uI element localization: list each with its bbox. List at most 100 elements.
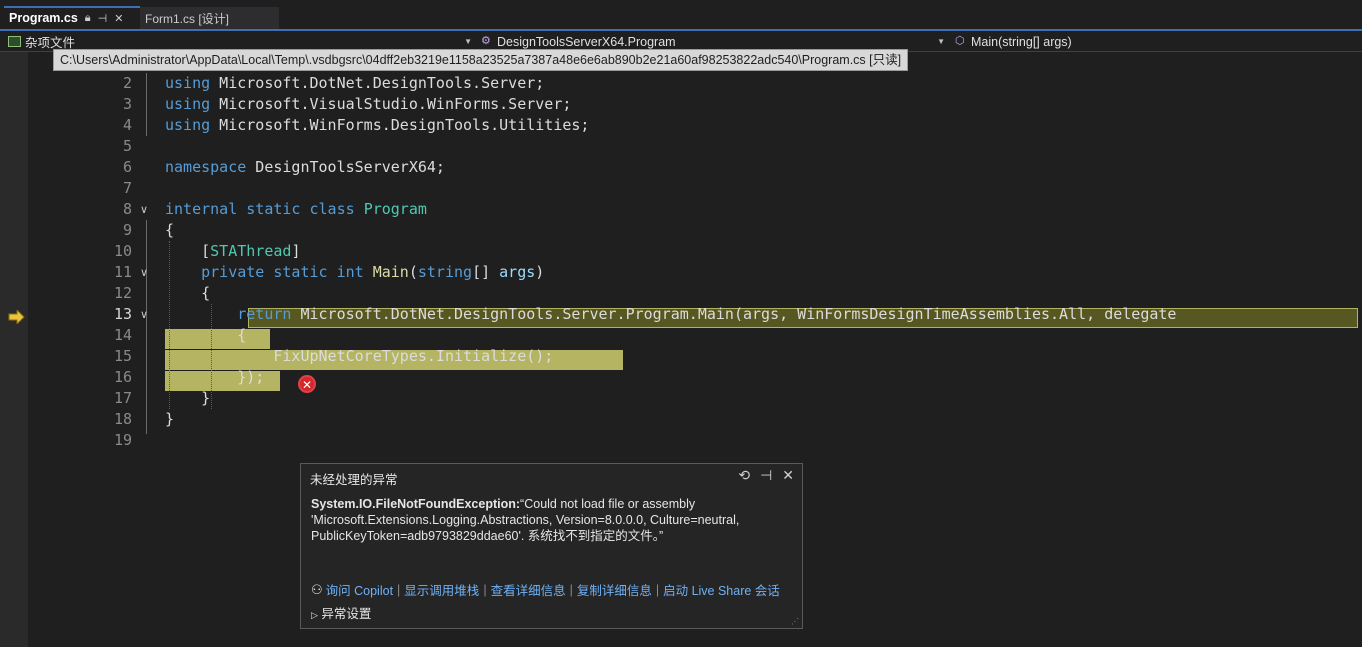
close-icon[interactable]: ✕ (782, 467, 794, 484)
code-token: { (165, 284, 211, 302)
code-line[interactable]: 11 ∨ private static int Main(string[] arg… (28, 262, 1362, 283)
code-line[interactable]: 19 (28, 430, 1362, 451)
class-icon: ⚙ (481, 35, 491, 47)
code-line[interactable]: 3 using Microsoft.VisualStudio.WinForms.S… (28, 94, 1362, 115)
file-path-tooltip: C:\Users\Administrator\AppData\Local\Tem… (53, 49, 909, 71)
line-number: 2 (122, 74, 132, 92)
code-line[interactable]: 6 namespace DesignToolsServerX64; (28, 157, 1362, 178)
code-text: internal static class Program (165, 199, 427, 220)
line-number: 6 (122, 158, 132, 176)
collapse-chevron-icon[interactable]: ∨ (140, 262, 152, 283)
code-line[interactable]: 2 using Microsoft.DotNet.DesignTools.Serv… (28, 73, 1362, 94)
type-dropdown[interactable]: ⚙ DesignToolsServerX64.Program ▼ (481, 33, 947, 50)
chevron-down-icon: ▼ (464, 37, 472, 46)
code-token: } (165, 389, 211, 407)
exception-settings-expander[interactable]: ▷ 异常设置 (311, 603, 371, 622)
code-line[interactable]: 9{ (28, 220, 1362, 241)
code-token: FixUpNetCoreTypes.Initialize(); (165, 347, 554, 365)
code-token: Microsoft.VisualStudio.WinForms.Server; (210, 95, 572, 113)
line-number: 16 (113, 368, 132, 386)
tab-program-cs[interactable]: Program.cs 🔒︎ ⊣ ✕ (4, 6, 140, 28)
line-number: 15 (113, 347, 132, 365)
code-line[interactable]: 13 ∨ return Microsoft.DotNet.DesignTools.… (28, 304, 1362, 325)
code-token: using (165, 116, 211, 134)
code-text: } (165, 409, 174, 430)
live-share-link[interactable]: 启动 Live Share 会话 (663, 580, 780, 599)
code-text: using Microsoft.WinForms.DesignTools.Uti… (165, 115, 589, 136)
copy-details-link[interactable]: 复制详细信息 (577, 580, 652, 599)
ask-copilot-link[interactable]: 询问 Copilot (326, 580, 393, 599)
member-dropdown[interactable]: ⬡ Main(string[] args) (955, 33, 1355, 50)
line-number: 3 (122, 95, 132, 113)
code-token: args (499, 263, 536, 281)
code-text: private static int Main(string[] args) (165, 262, 544, 283)
code-text: namespace DesignToolsServerX64; (165, 157, 445, 178)
code-line[interactable]: 16 }); (28, 367, 1362, 388)
code-text: { (165, 325, 246, 346)
close-icon[interactable]: ✕ (114, 12, 123, 25)
code-token: } (165, 410, 175, 428)
resize-grip-icon[interactable]: ⋰ (791, 617, 800, 626)
code-line[interactable]: 18} (28, 409, 1362, 430)
line-number: 14 (113, 326, 132, 344)
code-text: return Microsoft.DotNet.DesignTools.Serv… (165, 304, 1176, 325)
tab-form1-designer[interactable]: Form1.cs [设计] (140, 7, 279, 29)
code-token: [] (472, 263, 500, 281)
code-line[interactable]: 7 (28, 178, 1362, 199)
code-token: ] (291, 242, 301, 260)
tab-label: Program.cs (9, 11, 78, 25)
exception-text-line3: PublicKeyToken=adb9793829ddae60'. 系统找不到指… (311, 529, 664, 543)
tab-label: Form1.cs [设计] (145, 11, 230, 26)
line-number: 10 (113, 242, 132, 260)
error-icon: ✕ (298, 375, 316, 393)
line-number: 17 (113, 389, 132, 407)
code-text: } (165, 388, 210, 409)
code-text: using Microsoft.DotNet.DesignTools.Serve… (165, 73, 544, 94)
code-token: DesignToolsServerX64; (246, 158, 445, 176)
code-token: namespace (165, 158, 247, 176)
divider: | (483, 582, 487, 597)
code-token: Microsoft.WinForms.DesignTools.Utilities… (210, 116, 590, 134)
line-number: 13 (113, 305, 132, 323)
exception-helper-popup: 未经处理的异常 ⟲ ⊣ ✕ System.IO.FileNotFoundExce… (300, 463, 803, 629)
code-token: return (237, 305, 292, 323)
code-line[interactable]: 10 [STAThread] (28, 241, 1362, 262)
code-text: { (165, 283, 210, 304)
code-token: { (165, 221, 175, 239)
code-line[interactable]: 4 using Microsoft.WinForms.DesignTools.Ut… (28, 115, 1362, 136)
history-icon[interactable]: ⟲ (738, 467, 750, 484)
copilot-icon: ⚇ (311, 581, 323, 597)
code-token: string (417, 263, 473, 281)
current-statement-arrow-icon (8, 310, 25, 324)
collapse-chevron-icon[interactable]: ∨ (140, 199, 152, 220)
indicator-margin[interactable] (0, 52, 28, 647)
code-token: Program (363, 200, 427, 218)
view-details-link[interactable]: 查看详细信息 (491, 580, 566, 599)
line-number: 5 (122, 137, 132, 155)
collapse-chevron-icon[interactable]: ∨ (140, 304, 152, 325)
show-call-stack-link[interactable]: 显示调用堆栈 (404, 580, 479, 599)
project-dropdown[interactable]: 杂项文件 ▼ (8, 33, 474, 50)
code-line[interactable]: 17 } (28, 388, 1362, 409)
code-token: STAThread (210, 242, 292, 260)
line-number: 19 (113, 431, 132, 449)
project-icon (8, 36, 21, 47)
method-icon: ⬡ (955, 35, 965, 47)
code-line[interactable]: 12 { (28, 283, 1362, 304)
code-token: using (165, 95, 211, 113)
code-line[interactable]: 15 FixUpNetCoreTypes.Initialize(); (28, 346, 1362, 367)
pin-icon[interactable]: ⊣ (98, 12, 108, 25)
line-number: 11 (113, 263, 132, 281)
line-number: 12 (113, 284, 132, 302)
code-line[interactable]: 14 { (28, 325, 1362, 346)
line-number: 4 (122, 116, 132, 134)
pin-icon[interactable]: ⊣ (760, 467, 772, 484)
code-token: Main (372, 263, 409, 281)
code-token: internal static class (165, 200, 355, 218)
code-line[interactable]: 8 ∨ internal static class Program (28, 199, 1362, 220)
document-tab-strip: Program.cs 🔒︎ ⊣ ✕ Form1.cs [设计] (0, 0, 1362, 31)
lock-icon: 🔒︎ (84, 11, 91, 24)
code-line[interactable]: 5 (28, 136, 1362, 157)
